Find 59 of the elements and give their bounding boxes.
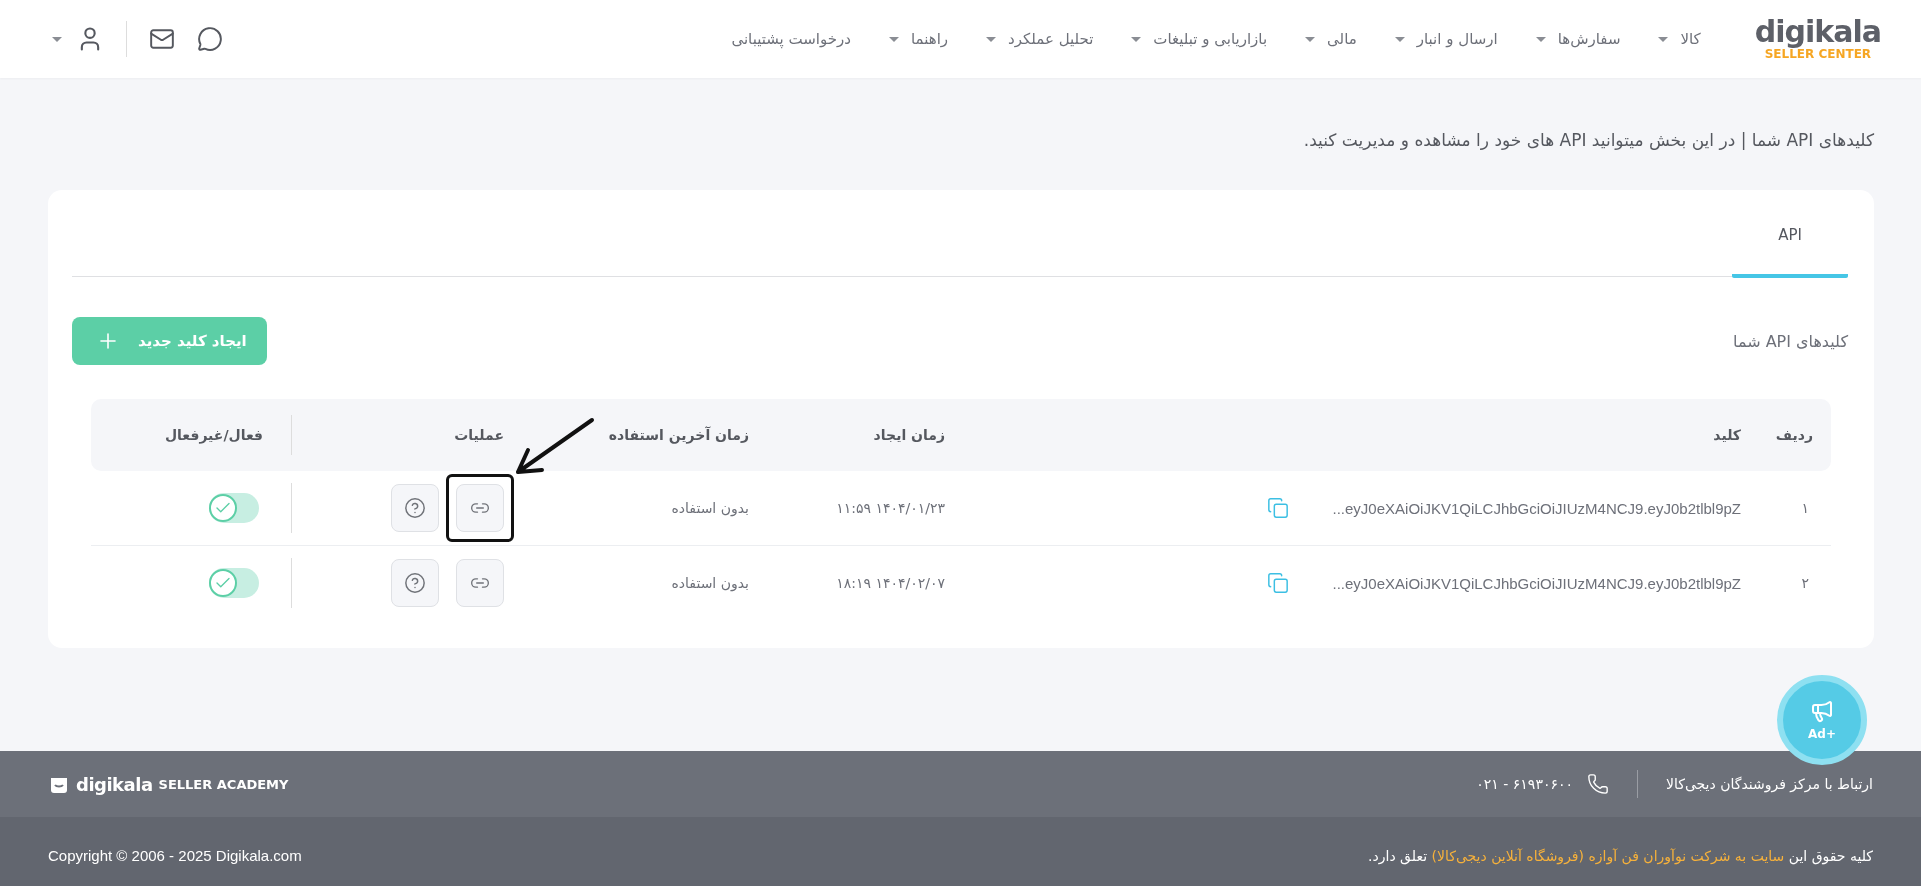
- caret-icon: [1658, 36, 1669, 42]
- caret-icon: [1131, 36, 1142, 42]
- last-used-time: بدون استفاده: [671, 575, 749, 591]
- tab[interactable]: API: [1732, 202, 1848, 278]
- caret-icon: [1394, 36, 1405, 42]
- active-toggle[interactable]: [209, 493, 259, 523]
- caret-icon: [888, 36, 899, 42]
- column-header: زمان ایجاد: [873, 427, 945, 443]
- logo[interactable]: digikala SELLER CENTER: [1754, 17, 1881, 61]
- megaphone-icon: [1810, 699, 1834, 723]
- column-header: زمان آخرین استفاده: [608, 427, 749, 443]
- row-number: ۲: [1801, 575, 1809, 591]
- nav-menu-item[interactable]: سفارش‌ها: [1535, 30, 1621, 48]
- phone-number: ۰۲۱ - ۶۱۹۳۰۶۰۰: [1476, 776, 1573, 792]
- caret-icon: [52, 36, 62, 42]
- contact-label: ارتباط با مرکز فروشندگان دیجی‌کالا: [1666, 776, 1873, 792]
- copy-button[interactable]: [1266, 497, 1289, 519]
- help-icon: [404, 497, 426, 519]
- nav-menu-item[interactable]: درخواست پشتیبانی: [731, 30, 851, 48]
- api-key-text: eyJ0eXAiOiJKV1QiLCJhbGciOiJIUzM4NCJ9.eyJ0b2tlbl9pZ...: [1332, 574, 1741, 592]
- link-button[interactable]: [456, 559, 504, 607]
- rights-notice: کلیه حقوق این سایت به شرکت نوآوران فن آوازه (فروشگاه آنلاین دیجی‌کالا) تعلق دارد.: [1368, 847, 1873, 864]
- caret-icon: [986, 36, 997, 42]
- column-header: فعال/غیرفعال: [164, 427, 263, 443]
- copy-button[interactable]: [1266, 572, 1289, 594]
- chat-icon: [197, 26, 223, 52]
- help-button[interactable]: [391, 559, 439, 607]
- mail-button[interactable]: [149, 26, 175, 52]
- created-time: ۱۴۰۴/۰۱/۲۳ ۱۱:۵۹: [836, 500, 945, 516]
- phone-icon: [1587, 773, 1609, 795]
- created-time: ۱۴۰۴/۰۲/۰۷ ۱۸:۱۹: [836, 575, 945, 591]
- column-header: کلید: [1713, 427, 1741, 443]
- academy-logo-subtitle: SELLER ACADEMY: [158, 776, 289, 792]
- column-header: عملیات: [454, 427, 504, 443]
- company-link[interactable]: سایت به شرکت نوآوران فن آوازه (فروشگاه آنلاین دیجی‌کالا): [1431, 847, 1785, 864]
- column-header: ردیف: [1775, 427, 1813, 443]
- active-toggle[interactable]: [209, 568, 259, 598]
- copy-icon: [1266, 572, 1289, 594]
- copy-icon: [1266, 497, 1289, 519]
- mail-icon: [149, 26, 175, 52]
- nav-menu-item[interactable]: بازاریابی و تبلیغات: [1131, 30, 1268, 48]
- last-used-time: بدون استفاده: [671, 500, 749, 516]
- section-title: کلیدهای API شما: [1733, 331, 1848, 351]
- row-number: ۱: [1801, 500, 1809, 516]
- caret-icon: [1305, 36, 1316, 42]
- nav-menu-item[interactable]: ارسال و انبار: [1394, 30, 1498, 48]
- help-button[interactable]: [391, 484, 439, 532]
- caret-icon: [1535, 36, 1546, 42]
- link-button[interactable]: [456, 484, 504, 532]
- nav-menu-item[interactable]: کالا: [1658, 30, 1701, 48]
- page-title: کلیدهای API شما | در این بخش میتوانید API های خود را مشاهده و مدیریت کنید.: [1302, 130, 1874, 150]
- api-key-text: eyJ0eXAiOiJKV1QiLCJhbGciOiJIUzM4NCJ9.eyJ0b2tlbl9pZ...: [1332, 499, 1741, 517]
- nav-menu-item[interactable]: مالی: [1305, 30, 1357, 48]
- copyright-text: Copyright © 2006 - 2025 Digikala.com: [48, 847, 302, 864]
- academy-logo-text: digikala: [76, 773, 153, 795]
- help-icon: [404, 572, 426, 594]
- nav-menu-item[interactable]: راهنما: [888, 30, 949, 48]
- chat-button[interactable]: [197, 26, 223, 52]
- nav-menu-item[interactable]: تحلیل عملکرد: [986, 30, 1094, 48]
